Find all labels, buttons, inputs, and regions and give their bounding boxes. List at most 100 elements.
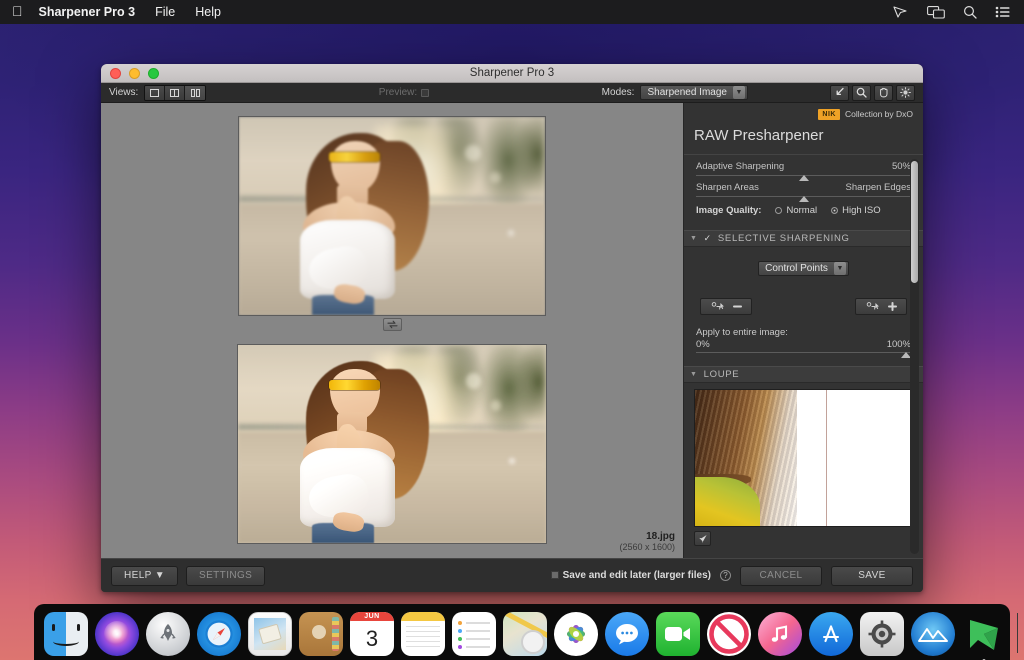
dock-item-no-entry[interactable] (707, 612, 751, 656)
dock-item-nik-collection[interactable] (911, 612, 955, 656)
panel-scroll-area[interactable]: Adaptive Sharpening 50% Sharpen Areas Sh… (684, 155, 923, 558)
views-label: Views: (109, 87, 139, 98)
loupe-header[interactable]: ▼ LOUPE (684, 366, 923, 383)
dock: JUN 3 (34, 604, 1018, 660)
help-button[interactable]: HELP ▼ (111, 565, 179, 586)
dock-item-system-preferences[interactable] (860, 612, 904, 656)
loupe-title: LOUPE (703, 369, 740, 380)
help-hint-icon[interactable]: ? (720, 570, 731, 581)
window-title: Sharpener Pro 3 (469, 67, 555, 79)
modes-label: Modes: (601, 87, 635, 98)
selective-sharpening-title: SELECTIVE SHARPENING (717, 233, 850, 244)
preview-image-after[interactable] (237, 344, 547, 544)
selective-sharpening-header[interactable]: ▼ ✓ SELECTIVE SHARPENING (684, 230, 923, 247)
settings-panel: NIK Collection by DxO RAW Presharpener A… (683, 103, 923, 558)
disclosure-triangle-icon[interactable]: ▼ (690, 371, 698, 378)
airplay-cursor-icon[interactable] (893, 6, 909, 18)
remove-control-point-button[interactable] (700, 298, 752, 315)
dock-item-app-store[interactable] (809, 612, 853, 656)
calendar-day: 3 (365, 625, 379, 651)
apply-to-entire-image-label: Apply to entire image: (696, 327, 788, 338)
dock-item-maps[interactable] (503, 612, 547, 656)
chevron-down-icon: ▼ (833, 262, 846, 275)
sharpen-areas-label: Sharpen Areas (696, 182, 759, 193)
preview-checkbox[interactable] (421, 88, 430, 97)
image-dimensions: (2560 x 1600) (619, 542, 675, 552)
apple-logo-icon[interactable]:  (12, 4, 23, 18)
areas-edges-slider[interactable] (696, 196, 911, 202)
save-button[interactable]: SAVE (831, 565, 913, 586)
panel-title: RAW Presharpener (694, 127, 824, 144)
pointer-tool-button[interactable] (829, 84, 849, 101)
dock-item-finder[interactable] (44, 612, 88, 656)
save-and-edit-later-option[interactable]: Save and edit later (larger files) (550, 570, 711, 581)
side-by-side-view-button[interactable] (185, 85, 206, 100)
areas-edges-handle[interactable] (798, 196, 809, 202)
adaptive-sharpening-label: Adaptive Sharpening (696, 161, 785, 172)
dock-item-calendar[interactable]: JUN 3 (350, 612, 394, 656)
single-view-button[interactable] (145, 85, 166, 100)
menubar-status-area (893, 5, 1014, 19)
disclosure-triangle-icon[interactable]: ▼ (690, 235, 698, 242)
cancel-button[interactable]: CANCEL (740, 565, 822, 586)
dock-item-green-arrow-app[interactable] (962, 612, 1006, 660)
image-quality-normal[interactable]: Normal (775, 205, 817, 216)
mode-dropdown[interactable]: Sharpened Image ▼ (640, 85, 748, 100)
menubar-item-file[interactable]: File (155, 5, 175, 19)
view-mode-segmented-control[interactable] (144, 84, 207, 101)
zoom-tool-button[interactable] (851, 84, 871, 101)
portrait-photo-before (239, 117, 545, 315)
save-later-checkbox[interactable] (550, 571, 559, 579)
nik-brand-text: Collection by DxO (844, 109, 913, 119)
dock-item-music[interactable] (758, 612, 802, 656)
loupe-pin-button[interactable] (694, 531, 711, 546)
dock-item-mail[interactable] (248, 612, 292, 656)
search-icon[interactable] (963, 5, 977, 19)
panel-scrollbar[interactable] (910, 159, 919, 554)
dock-item-notes[interactable] (401, 612, 445, 656)
control-center-icon[interactable] (995, 6, 1010, 18)
adaptive-sharpening-group: Adaptive Sharpening 50% Sharpen Areas Sh… (684, 155, 923, 216)
dock-item-messages[interactable] (605, 612, 649, 656)
apply-min-label: 0% (696, 339, 710, 350)
portrait-photo-after (238, 345, 546, 543)
dock-item-contacts[interactable] (299, 612, 343, 656)
image-quality-high-iso[interactable]: High ISO (831, 205, 881, 216)
panel-scrollbar-thumb[interactable] (911, 161, 918, 283)
dock-item-photos[interactable] (554, 612, 598, 656)
adaptive-sharpening-slider[interactable] (696, 175, 911, 181)
preview-label: Preview: (378, 87, 418, 98)
adaptive-sharpening-handle[interactable] (798, 175, 809, 181)
sharpen-edges-label: Sharpen Edges (845, 182, 912, 193)
tool-buttons (829, 84, 915, 101)
menubar-item-help[interactable]: Help (195, 5, 221, 19)
preview-canvas[interactable]: 18.jpg (2560 x 1600) (101, 103, 683, 558)
image-quality-high-iso-label: High ISO (842, 205, 881, 216)
window-titlebar[interactable]: Sharpener Pro 3 (101, 64, 923, 83)
dock-item-safari[interactable] (197, 612, 241, 656)
control-points-dropdown[interactable]: Control Points ▼ (758, 261, 849, 276)
check-icon[interactable]: ✓ (704, 233, 712, 244)
chevron-down-icon: ▼ (732, 86, 745, 99)
loupe-preview[interactable] (694, 389, 913, 527)
apply-range-labels: 0% 100% (684, 338, 923, 352)
control-points-select-row: Control Points ▼ (684, 247, 923, 276)
swap-preview-button[interactable] (382, 318, 402, 331)
add-control-point-button[interactable] (855, 298, 907, 315)
split-view-button[interactable] (165, 85, 186, 100)
apply-to-entire-image-slider[interactable] (696, 352, 911, 358)
dock-item-siri[interactable] (95, 612, 139, 656)
screen-mirroring-icon[interactable] (927, 5, 945, 19)
dock-item-facetime[interactable] (656, 612, 700, 656)
apply-slider-row (684, 352, 923, 358)
dock-item-launchpad[interactable] (146, 612, 190, 656)
preview-image-before[interactable] (238, 116, 546, 316)
pan-hand-tool-button[interactable] (873, 84, 893, 101)
adaptive-sharpening-value: 50% (891, 161, 911, 172)
dock-item-reminders[interactable] (452, 612, 496, 656)
image-filename: 18.jpg (646, 531, 675, 542)
settings-button[interactable]: SETTINGS (186, 565, 266, 586)
save-later-label: Save and edit later (larger files) (562, 570, 711, 581)
menubar-app-name[interactable]: Sharpener Pro 3 (39, 5, 136, 19)
brightness-tool-button[interactable] (895, 84, 915, 101)
